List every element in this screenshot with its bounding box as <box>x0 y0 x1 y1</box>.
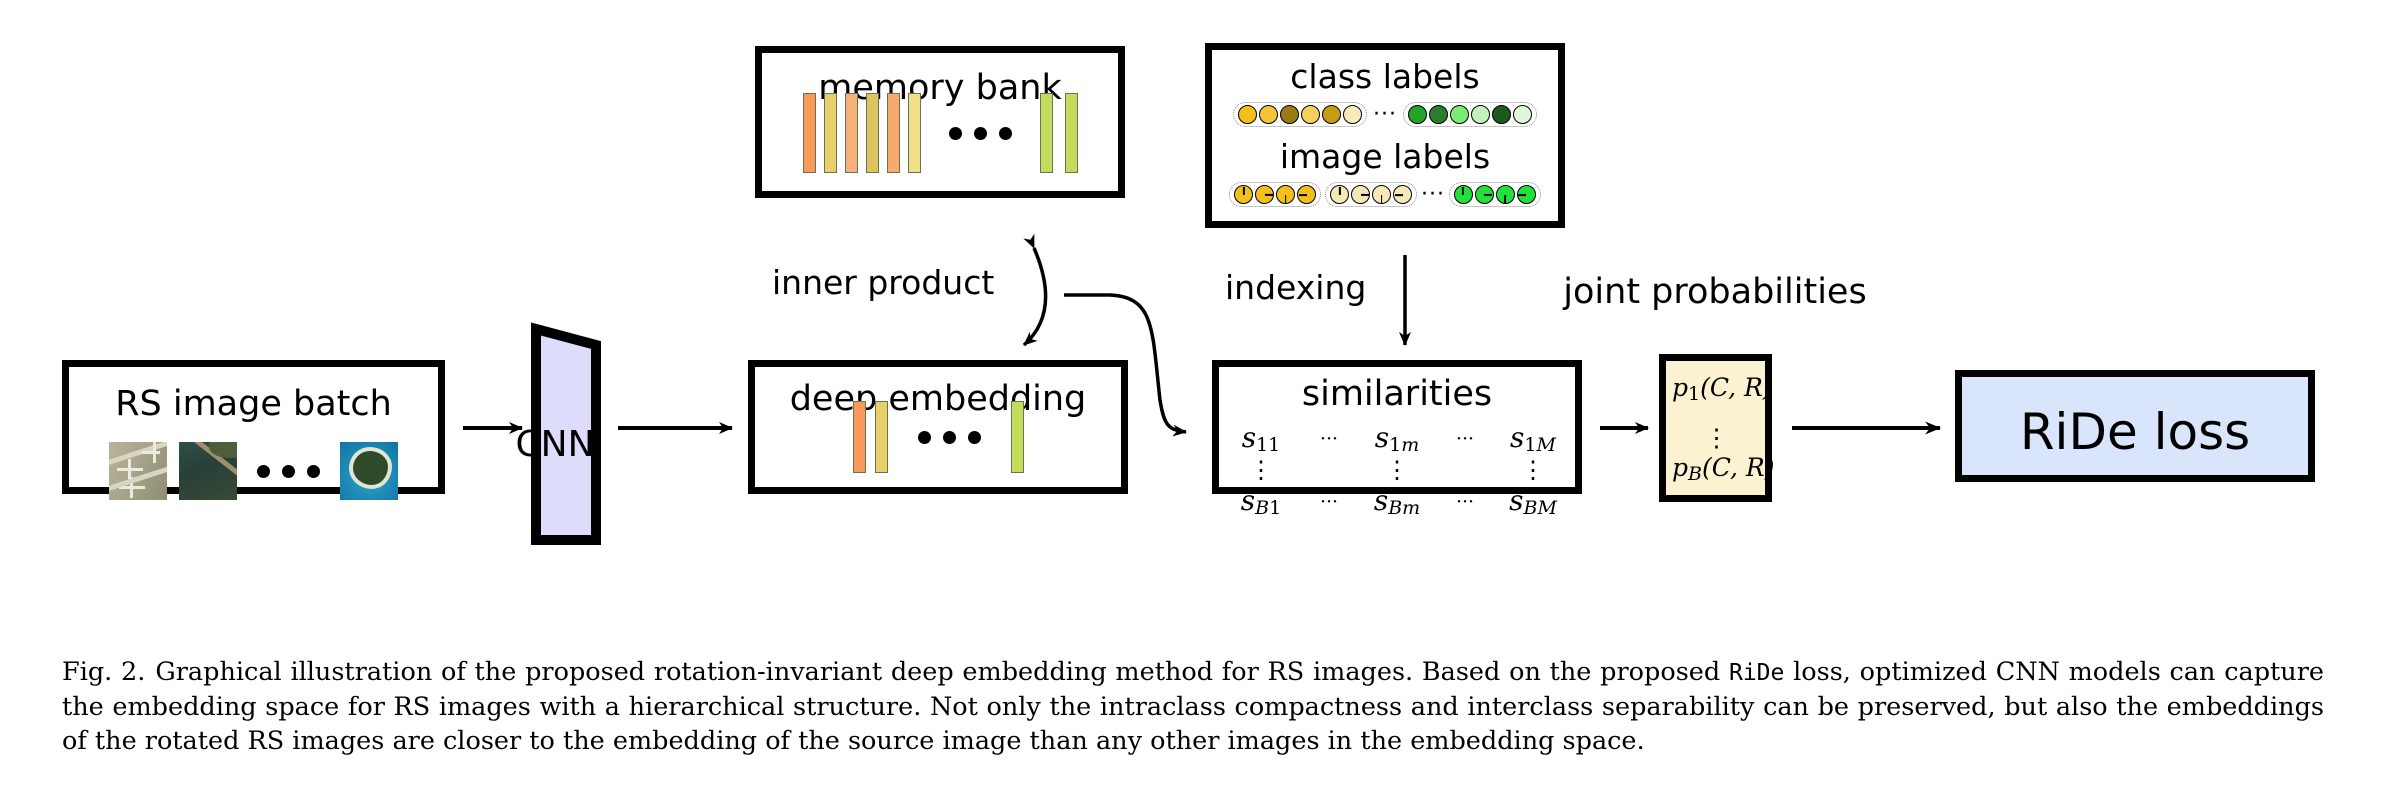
sim-vdots-2: ⋮ <box>1385 456 1409 484</box>
caption-figure-number: Fig. 2. <box>62 657 146 687</box>
ride-loss-label: RiDe loss <box>2019 403 2251 461</box>
arrow-inner-product <box>1022 233 1048 347</box>
class-label-chip <box>1512 105 1532 124</box>
sim-cell-11: s11 <box>1241 421 1281 456</box>
image-label-group-1 <box>1229 182 1321 207</box>
sim-cell-1m: s1m <box>1374 421 1420 456</box>
class-labels-ellipsis: ··· <box>1373 101 1397 127</box>
rotation-hand-icon <box>1380 194 1383 203</box>
airport-thumbnail <box>109 442 167 500</box>
image-label-chip <box>1330 185 1349 204</box>
figure-diagram: RS image batch CNN deep embedding memory… <box>0 0 2381 640</box>
image-label-chip <box>1234 185 1253 204</box>
rs-image-batch-box: RS image batch <box>62 360 445 500</box>
caption-part1: Graphical illustration of the proposed r… <box>155 657 1729 687</box>
class-label-chip <box>1491 105 1511 124</box>
rotation-hand-icon <box>1264 193 1273 196</box>
rotation-hand-icon <box>1298 193 1307 196</box>
ride-loss-box: RiDe loss <box>1955 370 2315 482</box>
cnn-block: CNN <box>470 320 640 540</box>
class-label-chip <box>1449 105 1469 124</box>
class-label-chip <box>1280 105 1299 124</box>
sim-cell-1M: s1M <box>1510 421 1556 456</box>
image-labels-row: ··· <box>1212 182 1558 207</box>
rs-image-batch-title: RS image batch <box>115 384 392 424</box>
image-label-chip <box>1276 185 1295 204</box>
rotation-hand-icon <box>1394 193 1403 196</box>
caption-mono-term: RiDe <box>1728 660 1785 686</box>
labels-panel-box: class labels ··· image labels ··· <box>1205 43 1565 228</box>
image-labels-title: image labels <box>1279 137 1491 176</box>
class-label-chip <box>1428 105 1448 124</box>
inner-product-label: inner product <box>772 263 995 302</box>
class-label-chip <box>1407 105 1427 124</box>
class-label-chip <box>1343 105 1362 124</box>
image-label-chip <box>1474 185 1494 204</box>
image-label-chip <box>1372 185 1391 204</box>
class-label-group-2 <box>1402 102 1537 127</box>
class-label-chip <box>1259 105 1278 124</box>
image-label-chip <box>1255 185 1274 204</box>
class-labels-row: ··· <box>1212 102 1558 127</box>
similarities-title: similarities <box>1301 374 1493 414</box>
image-label-chip <box>1516 185 1536 204</box>
rotation-hand-icon <box>1242 186 1245 195</box>
connector-arrows-layer <box>463 233 1941 545</box>
similarities-matrix: s11 ··· s1m ··· s1M ⋮ ⋮ ⋮ sB1 ··· sBm ··… <box>1227 421 1567 519</box>
class-label-group-1 <box>1233 102 1367 127</box>
image-label-group-2 <box>1325 182 1417 207</box>
sim-cell-BM: sBM <box>1509 484 1557 519</box>
island-thumbnail <box>340 442 398 500</box>
joint-prob-last: pB(C, R) <box>1672 453 1775 485</box>
sim-vdots-1: ⋮ <box>1249 456 1273 484</box>
image-label-chip <box>1393 185 1412 204</box>
image-label-chip <box>1453 185 1473 204</box>
image-label-chip <box>1495 185 1515 204</box>
image-label-chip <box>1351 185 1370 204</box>
cnn-label: CNN <box>515 424 595 465</box>
memory-bank-box: memory bank <box>755 46 1125 198</box>
sim-row3-dots-right: ··· <box>1455 490 1475 513</box>
sim-vdots-3: ⋮ <box>1521 456 1545 484</box>
rotation-hand-icon <box>1360 193 1369 196</box>
sim-cell-Bm: sBm <box>1373 484 1421 519</box>
rotation-hand-icon <box>1284 194 1287 203</box>
sim-row1-dots-right: ··· <box>1455 427 1475 450</box>
joint-prob-first: p1(C, R) <box>1672 373 1773 405</box>
image-labels-ellipsis: ··· <box>1421 181 1445 207</box>
sim-row1-dots-left: ··· <box>1319 427 1339 450</box>
bridge-thumbnail <box>179 442 237 500</box>
figure-caption: Fig. 2. Graphical illustration of the pro… <box>62 655 2324 759</box>
memory-bank-bars <box>762 93 1118 173</box>
class-label-chip <box>1301 105 1320 124</box>
joint-probabilities-title: joint probabilities <box>1563 272 1867 312</box>
rs-thumbnail-row <box>69 442 438 500</box>
rotation-hand-icon <box>1484 193 1493 196</box>
rotation-hand-icon <box>1462 186 1465 195</box>
image-label-group-3 <box>1448 182 1541 207</box>
sim-row3-dots-left: ··· <box>1319 490 1339 513</box>
class-labels-title: class labels <box>1290 57 1480 96</box>
class-label-chip <box>1322 105 1341 124</box>
class-label-chip <box>1238 105 1257 124</box>
rs-batch-ellipsis <box>249 464 328 478</box>
sim-cell-B1: sB1 <box>1240 484 1282 519</box>
deep-embedding-bars <box>755 401 1121 473</box>
image-label-chip <box>1297 185 1316 204</box>
joint-probabilities-box: p1(C, R) ⋮ pB(C, R) <box>1659 354 1775 502</box>
rotation-hand-icon <box>1338 186 1341 195</box>
similarities-box: similarities s11 ··· s1m ··· s1M ⋮ ⋮ ⋮ s… <box>1212 360 1582 519</box>
class-label-chip <box>1470 105 1490 124</box>
rotation-hand-icon <box>1504 194 1507 203</box>
indexing-label: indexing <box>1225 268 1367 307</box>
deep-embedding-box: deep embedding <box>748 360 1128 494</box>
rotation-hand-icon <box>1518 193 1527 196</box>
joint-prob-vdots: ⋮ <box>1704 423 1729 452</box>
